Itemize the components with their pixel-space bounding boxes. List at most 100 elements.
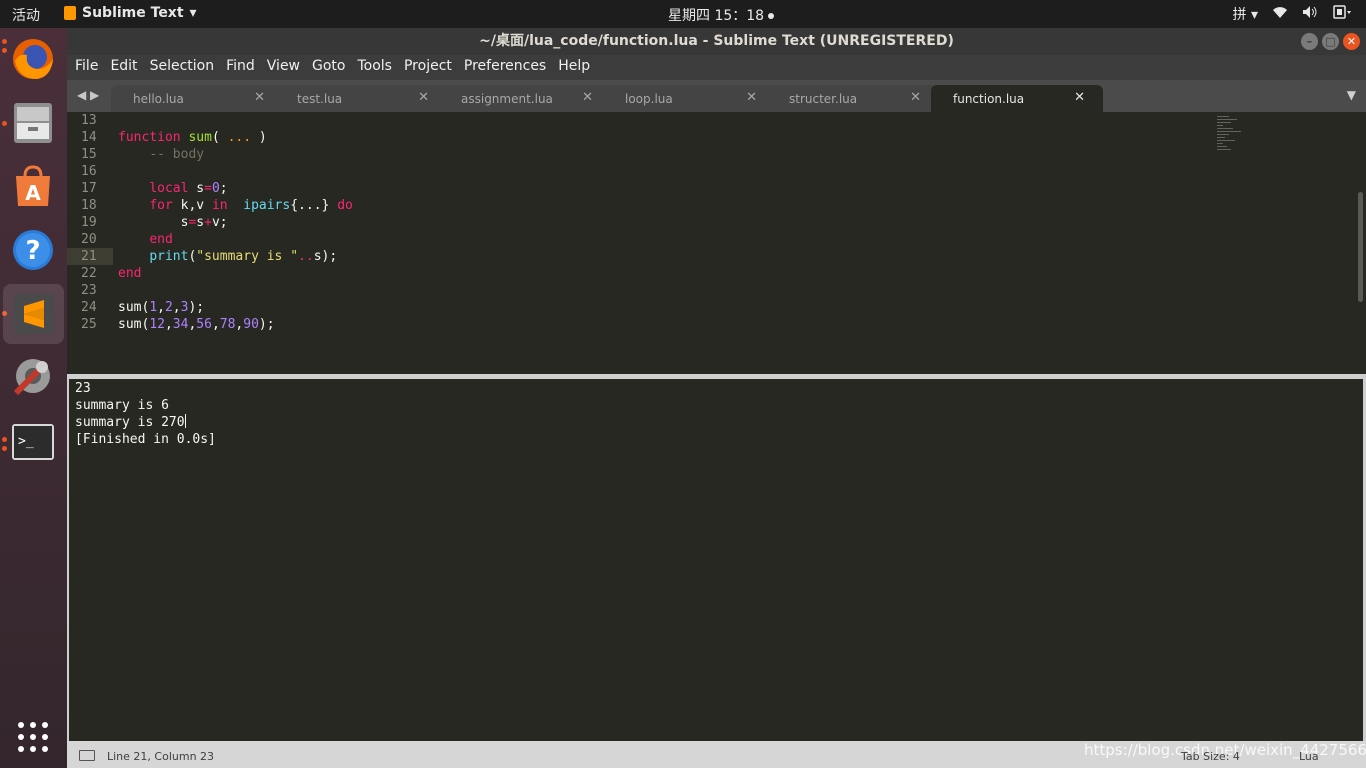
line-number: 25 <box>81 317 97 332</box>
tab-assignment-lua[interactable]: assignment.lua ✕ <box>439 85 611 112</box>
minimize-button[interactable]: – <box>1301 33 1318 50</box>
clock-label: 星期四 15：18 <box>668 8 765 24</box>
files-icon[interactable] <box>8 98 58 148</box>
menu-goto[interactable]: Goto <box>312 55 351 80</box>
app-grid-icon[interactable] <box>8 712 58 762</box>
code-line: 16 <box>67 163 1287 180</box>
tab-label: loop.lua <box>625 92 673 106</box>
tab-close-icon[interactable]: ✕ <box>910 90 921 105</box>
code-text: end <box>118 266 142 281</box>
tab-label: assignment.lua <box>461 92 553 106</box>
app-menu[interactable]: Sublime Text ▾ <box>64 5 197 21</box>
tab-close-icon[interactable]: ✕ <box>746 90 757 105</box>
code-text: sum(12,34,56,78,90); <box>118 317 275 332</box>
running-indicator-icon <box>2 48 7 53</box>
maximize-button[interactable]: □ <box>1322 33 1339 50</box>
window-controls: – □ ✕ <box>1301 33 1360 50</box>
code-line: 23 <box>67 282 1287 299</box>
menu-project[interactable]: Project <box>404 55 458 80</box>
menu-preferences[interactable]: Preferences <box>464 55 552 80</box>
tab-close-icon[interactable]: ✕ <box>418 90 429 105</box>
code-line: 20 end <box>67 231 1287 248</box>
tab-close-icon[interactable]: ✕ <box>1074 90 1085 105</box>
code-line: 24 sum(1,2,3); <box>67 299 1287 316</box>
tab-label: test.lua <box>297 92 343 106</box>
notification-dot-icon <box>768 13 775 19</box>
activities-button[interactable]: 活动 <box>12 5 40 25</box>
line-number: 18 <box>81 198 97 213</box>
top-bar: 活动 Sublime Text ▾ 星期四 15：18 拼 ▾ <box>0 0 1366 28</box>
running-indicator-icon <box>2 437 7 442</box>
panel-toggle-icon[interactable] <box>79 750 95 761</box>
running-indicator-icon <box>2 121 7 126</box>
sublime-text-icon[interactable] <box>3 284 64 344</box>
menu-file[interactable]: File <box>75 55 104 80</box>
running-indicator-icon <box>2 446 7 451</box>
code-text: -- body <box>149 147 205 162</box>
system-settings-icon[interactable] <box>8 351 58 401</box>
build-output-panel[interactable]: 23 summary is 6 summary is 270 [Finished… <box>67 379 1366 741</box>
line-number: 20 <box>81 232 97 247</box>
menu-bar: File Edit Selection Find View Goto Tools… <box>67 55 1366 80</box>
tab-size-selector[interactable]: Tab Size: 4 <box>1181 750 1240 763</box>
chevron-down-icon: ▾ <box>1250 7 1258 23</box>
code-line: 14 function sum( ... ) <box>67 129 1287 146</box>
window-title-bar[interactable]: ~/桌面/lua_code/function.lua - Sublime Tex… <box>67 28 1366 55</box>
line-number: 16 <box>81 164 97 179</box>
minimap[interactable] <box>1217 116 1247 166</box>
clock[interactable]: 星期四 15：18 <box>668 5 775 25</box>
code-text: s=s+v; <box>118 215 228 230</box>
tab-loop-lua[interactable]: loop.lua ✕ <box>603 85 775 112</box>
volume-icon[interactable] <box>1302 5 1318 23</box>
menu-help[interactable]: Help <box>558 55 596 80</box>
line-number: 13 <box>81 113 97 128</box>
tab-structer-lua[interactable]: structer.lua ✕ <box>767 85 939 112</box>
tab-function-lua[interactable]: function.lua ✕ <box>931 85 1103 112</box>
line-number: 23 <box>81 283 97 298</box>
line-number: 14 <box>81 130 97 145</box>
svg-text:A: A <box>25 181 41 205</box>
tab-hello-lua[interactable]: hello.lua ✕ <box>111 85 283 112</box>
line-number: 17 <box>81 181 97 196</box>
firefox-icon[interactable] <box>8 34 58 84</box>
code-text: end <box>149 232 173 247</box>
wifi-icon[interactable] <box>1272 5 1288 23</box>
menu-find[interactable]: Find <box>226 55 261 80</box>
input-method-indicator[interactable]: 拼 ▾ <box>1233 4 1258 24</box>
code-line: 18 for k,v in ipairs{...} do <box>67 197 1287 214</box>
code-text: print("summary is "..s); <box>149 249 338 264</box>
software-center-icon[interactable]: A <box>8 161 58 211</box>
menu-selection[interactable]: Selection <box>150 55 221 80</box>
code-text: local s=0; <box>149 181 228 196</box>
code-text: sum(1,2,3); <box>118 300 205 315</box>
window-title: ~/桌面/lua_code/function.lua - Sublime Tex… <box>479 33 954 49</box>
tab-label: hello.lua <box>133 92 184 106</box>
code-line: 19 s=s+v; <box>67 214 1287 231</box>
code-line: 17 local s=0; <box>67 180 1287 197</box>
battery-power-icon[interactable] <box>1332 5 1352 23</box>
vertical-scrollbar[interactable] <box>1358 192 1363 302</box>
terminal-icon[interactable]: >_ <box>8 417 58 467</box>
tab-test-lua[interactable]: test.lua ✕ <box>275 85 447 112</box>
output-line: summary is 6 <box>75 398 169 413</box>
chevron-down-icon: ▾ <box>189 5 197 21</box>
input-method-label: 拼 <box>1232 7 1247 23</box>
line-number: 24 <box>81 300 97 315</box>
tab-overflow-icon[interactable]: ▼ <box>1347 88 1356 102</box>
menu-tools[interactable]: Tools <box>357 55 398 80</box>
tab-close-icon[interactable]: ✕ <box>582 90 593 105</box>
menu-view[interactable]: View <box>267 55 306 80</box>
svg-text:?: ? <box>25 236 40 266</box>
syntax-selector[interactable]: Lua <box>1299 750 1319 763</box>
tab-close-icon[interactable]: ✕ <box>254 90 265 105</box>
tab-nav-arrows-icon[interactable]: ◀ ▶ <box>77 88 99 102</box>
output-line: [Finished in 0.0s] <box>75 432 216 447</box>
close-button[interactable]: ✕ <box>1343 33 1360 50</box>
line-number: 22 <box>81 266 97 281</box>
line-number: 19 <box>81 215 97 230</box>
code-editor[interactable]: 13 14 function sum( ... ) 15 -- body 16 … <box>67 112 1366 374</box>
help-icon[interactable]: ? <box>8 225 58 275</box>
tab-label: function.lua <box>953 92 1025 106</box>
menu-edit[interactable]: Edit <box>110 55 143 80</box>
svg-text:>_: >_ <box>18 434 34 449</box>
